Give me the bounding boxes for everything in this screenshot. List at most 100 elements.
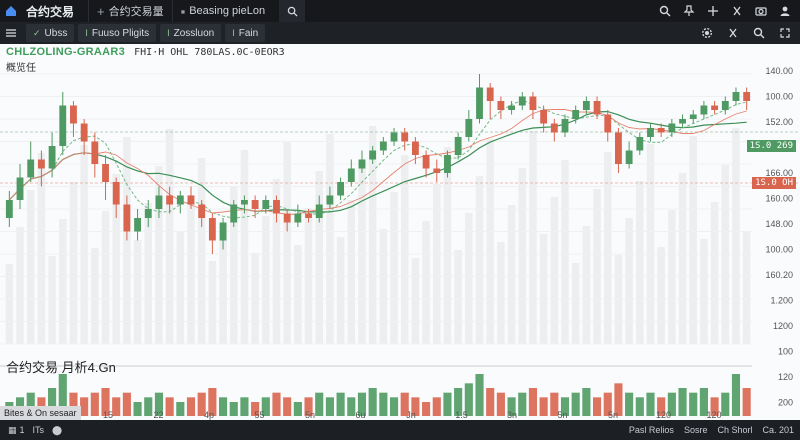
status-strip: Bites & On sesaar [0, 406, 81, 420]
crosshair-icon[interactable] [702, 0, 724, 22]
menu-icon[interactable] [0, 22, 22, 44]
price-axis-label: 152.00 [765, 117, 793, 127]
candle-body [208, 218, 216, 241]
camera-icon[interactable] [750, 0, 772, 22]
price-axis-label: 160.00 [765, 194, 793, 204]
search-icon[interactable] [748, 22, 770, 44]
ghost-bar [636, 181, 644, 344]
volume-bar [368, 388, 377, 416]
bottom-item-1[interactable]: ▦ 1 [8, 425, 25, 436]
bottom-right-item[interactable]: Pasl Relios [629, 425, 674, 435]
ghost-bar [26, 190, 35, 344]
candle-body [390, 132, 398, 142]
settings-icon[interactable] [696, 22, 718, 44]
candle-body [176, 195, 184, 205]
toolbar-item-session[interactable]: I Zossluon [160, 24, 222, 42]
current-price-down-tag: 1S.0 OH [752, 177, 796, 189]
ghost-bar [379, 229, 388, 344]
tab-volume[interactable]: + 合约交易量 [88, 0, 172, 22]
search-button[interactable] [279, 0, 306, 22]
ghost-bar [133, 240, 142, 344]
ghost-bar [48, 256, 56, 344]
volume-bar [528, 388, 538, 416]
ghost-bar [657, 247, 665, 344]
candle-body [454, 137, 462, 155]
volume-pane-label: 合约交易 月析4.Gn [6, 360, 116, 375]
price-chart[interactable]: 140.00100.00152.00106.00166.00160.00148.… [0, 44, 800, 420]
pin-icon[interactable] [678, 0, 700, 22]
volume-bar [240, 397, 249, 416]
toolbar-item-plugins[interactable]: I Fuuso Pligits [78, 24, 157, 42]
indicator-legend[interactable]: 概览任 [6, 59, 36, 74]
time-axis-label: 1.5 [455, 410, 468, 420]
volume-bar [144, 397, 153, 416]
volume-bar [122, 392, 131, 416]
bottom-label: ITs [32, 425, 45, 435]
candle-body [230, 204, 238, 223]
candle-body [550, 123, 558, 133]
home-icon[interactable] [0, 0, 22, 22]
user-icon[interactable] [774, 0, 796, 22]
ghost-bar [454, 250, 462, 344]
bottom-item-dot[interactable]: ⬤ [52, 425, 62, 436]
ghost-bar [433, 184, 441, 344]
toolbar-actions [696, 22, 796, 44]
bottom-item-its[interactable]: ITs [33, 425, 45, 435]
time-axis-label: 120 [706, 410, 721, 420]
candlestick-chart[interactable]: 140.00100.00152.00106.00166.00160.00148.… [0, 44, 800, 420]
symbol-name[interactable]: CHLZOLING-GRAAR3 [6, 46, 125, 58]
candle-body [732, 92, 740, 101]
candle-body [582, 101, 590, 110]
volume-bar [486, 388, 495, 416]
volume-bar [582, 388, 591, 416]
search-icon[interactable] [654, 0, 676, 22]
tab-chart[interactable]: ▪ Beasing pieLon [171, 0, 273, 22]
bottom-label: 1 [19, 425, 25, 435]
candle-body [80, 123, 88, 142]
ghost-bar [593, 189, 601, 344]
ghost-bar [732, 128, 740, 344]
volume-bar [678, 388, 687, 416]
volume-bar [283, 397, 292, 416]
toolbar-label: Ubss [44, 27, 68, 39]
time-axis-label: 3n [507, 410, 517, 420]
candle-body [48, 146, 56, 169]
bottom-right-item[interactable]: Ch Shorl [717, 425, 752, 435]
expand-icon[interactable] [774, 22, 796, 44]
candle-body [16, 177, 24, 200]
ghost-bar [91, 248, 99, 344]
volume-bar [229, 402, 238, 416]
bottom-right-item[interactable]: Sosre [684, 425, 708, 435]
candle-body [625, 150, 633, 164]
plus-icon: + [97, 3, 105, 19]
ghost-bar [326, 134, 334, 344]
price-axis-label: 100 [778, 347, 793, 357]
bottom-right-item[interactable]: Ca. 201 [762, 425, 794, 435]
compare-icon[interactable] [726, 0, 748, 22]
candle-body [508, 105, 515, 110]
ghost-bar [16, 227, 24, 344]
price-axis-label: 148.00 [765, 219, 793, 229]
ghost-bar [700, 239, 708, 344]
volume-bar [336, 392, 345, 416]
top-app-bar: 合约交易 + 合约交易量 ▪ Beasing pieLon [0, 0, 800, 22]
time-axis-label: 5n [608, 410, 618, 420]
ghost-bar [176, 232, 185, 344]
candle-body [518, 96, 526, 106]
volume-bar [721, 392, 730, 416]
ghost-bar [625, 218, 633, 344]
candle-body [102, 164, 109, 182]
mode-icon[interactable] [722, 22, 744, 44]
toolbar-item-ubss[interactable]: ✓ Ubss [26, 24, 75, 42]
toolbar-item-fain[interactable]: I Fain [225, 24, 266, 42]
candle-body [465, 119, 473, 137]
volume-bar [347, 397, 356, 416]
ghost-bar [582, 226, 591, 344]
time-axis-label: 5n [557, 410, 567, 420]
price-axis-label: 1200 [773, 321, 793, 331]
candle-body [486, 87, 494, 101]
time-axis-label: 15 [103, 410, 113, 420]
candle-body [144, 209, 152, 218]
ghost-bar [240, 150, 249, 344]
time-axis-label: 5n [305, 410, 315, 420]
